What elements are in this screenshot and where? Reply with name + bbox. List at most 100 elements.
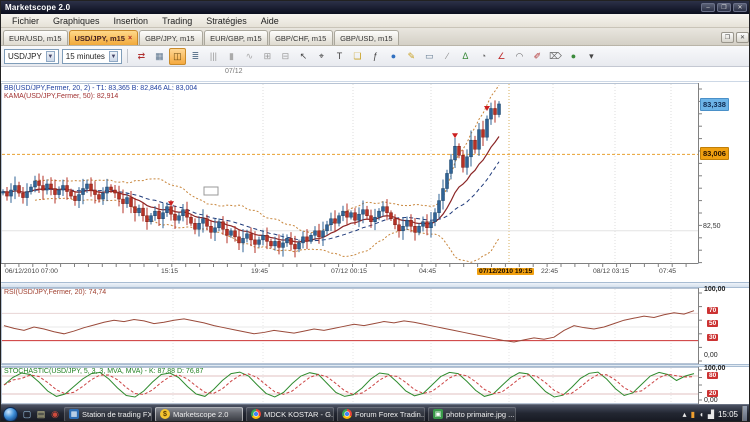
- taskbar-button-label: Station de trading FX: [82, 410, 152, 419]
- zoom-in-icon[interactable]: ⊞: [259, 48, 276, 65]
- tab-usdjpy[interactable]: USD/JPY, m15×: [69, 30, 139, 45]
- account-icon[interactable]: ●: [565, 48, 582, 65]
- image-icon[interactable]: ▦: [151, 48, 168, 65]
- tab-close-icon[interactable]: ×: [128, 35, 132, 42]
- indicator-icon[interactable]: ƒ: [367, 48, 384, 65]
- time-axis-label: 08/12 03:15: [593, 268, 629, 275]
- explorer-icon[interactable]: ▤: [35, 408, 47, 420]
- strategy-icon[interactable]: Δ: [457, 48, 474, 65]
- taskbar-button-marketscope[interactable]: $Marketscope 2.0: [155, 407, 243, 422]
- save-chart-icon[interactable]: ◫: [169, 48, 186, 65]
- tab-eurgbp[interactable]: EUR/GBP, m15: [204, 30, 268, 45]
- tab-gbpchf[interactable]: GBP/CHF, m15: [269, 30, 333, 45]
- rsi-axis-50: 50: [707, 320, 718, 327]
- menu-bar: FichierGraphiquesInsertionTradingStratég…: [1, 14, 750, 28]
- taskbar-button-photo[interactable]: ▣photo primaire.jpg ...: [428, 407, 516, 422]
- taskbar-button-label: Marketscope 2.0: [173, 410, 228, 419]
- window-title: Marketscope 2.0: [5, 3, 70, 12]
- photo-file-icon: ▣: [433, 409, 443, 419]
- start-button[interactable]: [3, 407, 18, 422]
- tab-label: USD/JPY, m15: [75, 34, 125, 43]
- symbol-select-value: USD/JPY: [8, 52, 42, 61]
- buy-sell-icon[interactable]: ⇄: [133, 48, 150, 65]
- zoom-out-icon[interactable]: ⊟: [277, 48, 294, 65]
- toolbar-separator: [127, 49, 128, 63]
- rsi-legend: RSI(USD/JPY,Fermer, 20): 74,74: [4, 289, 106, 296]
- chart-top-divider: [1, 81, 750, 82]
- symbol-select[interactable]: USD/JPY ▼: [4, 49, 59, 64]
- maximize-icon[interactable]: ❐: [717, 3, 731, 12]
- show-desktop-icon[interactable]: ▢: [21, 408, 33, 420]
- kama-legend: KAMA(USD/JPY,Fermer, 50): 82,914: [4, 93, 118, 100]
- candles-icon[interactable]: ▮: [223, 48, 240, 65]
- taskbar-button-label: photo primaire.jpg ...: [446, 410, 514, 419]
- cursor-icon[interactable]: ↖: [295, 48, 312, 65]
- show-desktop-button[interactable]: [742, 406, 747, 422]
- bars-chart-icon[interactable]: |||: [205, 48, 222, 65]
- bb-legend: BB(USD/JPY,Fermer, 20, 2) - T1: 83,365 B…: [4, 85, 197, 92]
- menu-item-trading[interactable]: Trading: [155, 16, 199, 26]
- time-axis-label: 04:45: [419, 268, 436, 275]
- time-axis-label: 22:45: [541, 268, 558, 275]
- stoch-axis-20: 20: [707, 390, 718, 397]
- rsi-axis-0: 0,00: [704, 352, 718, 359]
- main-price-chart[interactable]: [1, 83, 750, 282]
- marketscope-window: Marketscope 2.0 – ❐ ✕ FichierGraphiquesI…: [0, 0, 750, 422]
- menu-item-aide[interactable]: Aide: [254, 16, 286, 26]
- media-player-icon[interactable]: ◉: [49, 408, 61, 420]
- picture-icon[interactable]: ▭: [421, 48, 438, 65]
- ruler-icon[interactable]: ∕: [439, 48, 456, 65]
- period-select[interactable]: 15 minutes ▼: [62, 49, 122, 64]
- menu-item-fichier[interactable]: Fichier: [5, 16, 46, 26]
- tray-app-icon[interactable]: ▮: [691, 410, 695, 419]
- menu-item-stratégies[interactable]: Stratégies: [199, 16, 254, 26]
- taskbar-button-mdck[interactable]: MDCK KOSTAR - G...: [246, 407, 334, 422]
- note-icon[interactable]: ❏: [349, 48, 366, 65]
- line-chart-icon[interactable]: ∿: [241, 48, 258, 65]
- current-price-label: 83,338: [700, 98, 729, 111]
- chevron-down-icon: ▼: [109, 51, 118, 62]
- rsi-axis-70: 70: [707, 307, 718, 314]
- tab-bar: EUR/USD, m15USD/JPY, m15×GBP/JPY, m15EUR…: [1, 28, 750, 46]
- taskbar-clock: 15:05: [718, 410, 738, 419]
- compass-icon[interactable]: ◔: [475, 48, 492, 65]
- time-axis-label: 07/12 00:15: [331, 268, 367, 275]
- tab-label: EUR/GBP, m15: [210, 34, 262, 43]
- trendline-icon[interactable]: ∠: [493, 48, 510, 65]
- rsi-chart[interactable]: [1, 288, 750, 364]
- chrome-icon: [251, 409, 261, 419]
- grid-icon[interactable]: ≣: [187, 48, 204, 65]
- crosshair-icon[interactable]: ⌖: [313, 48, 330, 65]
- volume-icon[interactable]: ◖: [699, 410, 704, 419]
- time-axis-label: 15:15: [161, 268, 178, 275]
- taskbar-button-forum[interactable]: Forum Forex Tradin...: [337, 407, 425, 422]
- child-close-icon[interactable]: ✕: [736, 32, 749, 43]
- taskbar-button-station[interactable]: ▦Station de trading FX: [64, 407, 152, 422]
- child-restore-icon[interactable]: ❐: [721, 32, 734, 43]
- more-icon[interactable]: ▾: [583, 48, 600, 65]
- chrome-icon: [342, 409, 352, 419]
- current-time-label: 07/12/2010 19:15: [477, 268, 534, 275]
- taskbar: ▢▤◉ ▦Station de trading FX$Marketscope 2…: [1, 404, 750, 422]
- menu-item-insertion[interactable]: Insertion: [107, 16, 156, 26]
- network-icon[interactable]: ▟: [708, 410, 714, 419]
- pencil-icon[interactable]: ✎: [403, 48, 420, 65]
- stoch-axis-100: 100,00: [704, 365, 725, 372]
- eraser-icon[interactable]: ⌦: [547, 48, 564, 65]
- menu-item-graphiques[interactable]: Graphiques: [46, 16, 107, 26]
- globe-icon[interactable]: ●: [385, 48, 402, 65]
- marker-icon[interactable]: ✐: [529, 48, 546, 65]
- lasso-icon[interactable]: ◠: [511, 48, 528, 65]
- chevron-down-icon: ▼: [46, 51, 55, 62]
- text-icon[interactable]: T: [331, 48, 348, 65]
- taskbar-button-label: Forum Forex Tradin...: [355, 410, 425, 419]
- tab-gbpusd[interactable]: GBP/USD, m15: [334, 30, 399, 45]
- tray-expand-icon[interactable]: ▴: [683, 410, 687, 419]
- close-icon[interactable]: ✕: [733, 3, 747, 12]
- stoch-axis-80: 80: [707, 372, 718, 379]
- minimize-icon[interactable]: –: [701, 3, 715, 12]
- tab-label: EUR/USD, m15: [9, 34, 62, 43]
- tab-eurusd[interactable]: EUR/USD, m15: [3, 30, 68, 45]
- tab-gbpjpy[interactable]: GBP/JPY, m15: [139, 30, 203, 45]
- stoch-axis-0: 0,00: [704, 397, 718, 404]
